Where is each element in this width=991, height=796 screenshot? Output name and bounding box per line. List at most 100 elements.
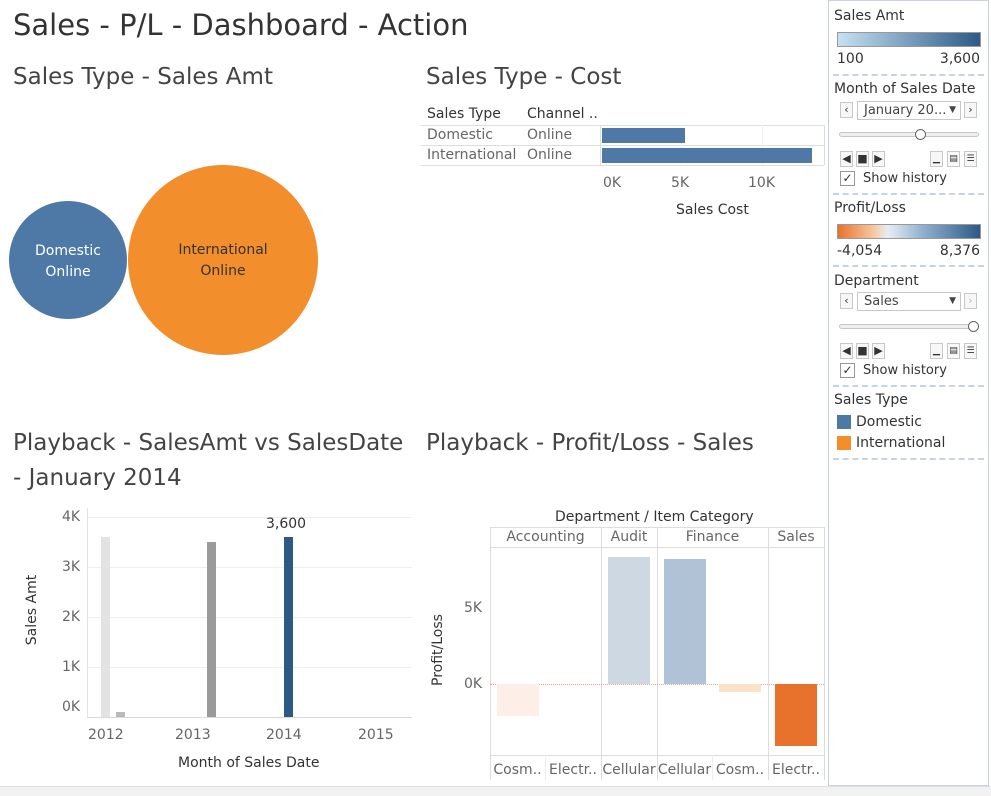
profit-header: Department / Item Category (555, 509, 754, 525)
cost-header-channel: Channel .. (527, 106, 598, 122)
playback-x-tick-2014: 2014 (266, 727, 302, 743)
department-show-history-checkbox[interactable]: ✓ (840, 363, 855, 378)
playback-gridline (88, 667, 412, 668)
cost-row-domestic-type: Domestic (427, 127, 493, 143)
cost-row-international-channel: Online (527, 147, 573, 163)
speed-fast-icon[interactable]: ☰ (964, 343, 977, 359)
profit-bar-finance-cellular[interactable] (664, 559, 706, 684)
legend-sales-amt-ramp (837, 32, 981, 47)
speed-medium-icon[interactable]: ▤ (947, 343, 960, 359)
horizontal-scrollbar[interactable] (0, 786, 991, 796)
playback-y-tick-1k: 1K (62, 659, 81, 675)
profit-cat-cellular: Cellular (602, 762, 656, 778)
bubble-domestic-label-2: Online (45, 264, 91, 280)
legend-sales-amt-max: 3,600 (939, 51, 980, 67)
playback-x-tick-2013: 2013 (175, 727, 211, 743)
cost-row-divider (421, 125, 824, 126)
month-dropdown[interactable]: January 20... ▼ (857, 101, 961, 120)
legend-swatch-international (837, 436, 851, 450)
bubble-international[interactable]: International Online (128, 165, 318, 355)
speed-slow-icon[interactable]: ▁ (930, 343, 943, 359)
profit-divider (490, 527, 491, 780)
playback-y-tick-3k: 3K (62, 559, 81, 575)
legend-separator (833, 385, 984, 387)
profit-cat-electr: Electr.. (772, 762, 820, 778)
legend-separator (833, 458, 984, 460)
chevron-down-icon: ▼ (949, 296, 956, 306)
playback-y-tick-4k: 4K (62, 509, 81, 525)
cost-axis-line (600, 125, 601, 165)
profit-dept-sales: Sales (777, 529, 815, 545)
speed-medium-icon[interactable]: ▤ (947, 151, 960, 167)
profit-cat-cosm: Cosm.. (715, 762, 765, 778)
stop-icon[interactable]: ■ (856, 343, 869, 359)
cost-header-sales-type: Sales Type (427, 106, 501, 122)
play-icon[interactable]: ▶ (872, 343, 885, 359)
profit-chart-title: Playback - Profit/Loss - Sales (426, 430, 754, 456)
department-slider-handle[interactable] (968, 321, 979, 332)
department-show-history-label: Show history (863, 363, 947, 378)
month-next-button[interactable]: › (964, 102, 977, 118)
profit-bar-finance-cosm[interactable] (719, 684, 761, 692)
profit-bar-audit-cellular[interactable] (608, 556, 650, 684)
department-filter-title: Department (834, 273, 919, 289)
profit-divider (824, 527, 825, 780)
month-filter-title: Month of Sales Date (834, 81, 976, 97)
profit-divider (768, 527, 769, 780)
legend-panel: Sales Amt 100 3,600 Month of Sales Date … (828, 0, 989, 786)
step-back-icon[interactable]: ◀ (840, 343, 853, 359)
month-prev-button[interactable]: ‹ (840, 102, 853, 118)
speed-fast-icon[interactable]: ☰ (964, 151, 977, 167)
legend-swatch-domestic (837, 415, 851, 429)
profit-dept-accounting: Accounting (506, 529, 585, 545)
month-slider-handle[interactable] (915, 129, 926, 140)
profit-divider (657, 527, 658, 780)
legend-sales-type-title: Sales Type (834, 392, 908, 408)
legend-sales-amt-min: 100 (837, 51, 864, 67)
playback-title-line2: - January 2014 (13, 465, 182, 491)
department-dropdown-value: Sales (864, 294, 899, 309)
playback-x-tick-2015: 2015 (358, 727, 394, 743)
playback-y-axis-label: Sales Amt (24, 574, 40, 646)
playback-highlight-label: 3,600 (266, 516, 307, 532)
legend-profit-loss-title: Profit/Loss (834, 200, 906, 216)
bubble-international-label-2: Online (200, 263, 246, 279)
profit-cat-cellular: Cellular (657, 762, 712, 778)
department-dropdown[interactable]: Sales ▼ (857, 292, 961, 311)
playback-gridline (88, 517, 412, 518)
playback-y-axis (87, 508, 88, 718)
profit-bar-accounting-cosm[interactable] (497, 684, 539, 716)
month-show-history-checkbox[interactable]: ✓ (840, 171, 855, 186)
playback-baseline (88, 717, 412, 718)
step-back-icon[interactable]: ◀ (840, 151, 853, 167)
dashboard-title: Sales - P/L - Dashboard - Action (13, 8, 469, 42)
cost-right-border (824, 125, 825, 165)
playback-x-tick-2012: 2012 (88, 727, 124, 743)
cost-row-international-type: International (427, 147, 517, 163)
chevron-down-icon: ▼ (949, 105, 956, 115)
cost-x-tick-10k: 10K (748, 175, 775, 191)
department-prev-button[interactable]: ‹ (840, 293, 853, 309)
department-next-button[interactable]: › (964, 293, 977, 309)
legend-item-international[interactable]: International (856, 435, 945, 451)
legend-item-domestic[interactable]: Domestic (856, 414, 922, 430)
legend-profit-loss-ramp (837, 224, 981, 239)
profit-dept-finance: Finance (685, 529, 740, 545)
playback-bar-2012-mar[interactable] (116, 712, 125, 717)
playback-bar-2013-jan[interactable] (207, 542, 216, 717)
cost-row-domestic-channel: Online (527, 127, 573, 143)
department-slider-track[interactable] (839, 324, 979, 329)
legend-sales-amt-title: Sales Amt (834, 8, 905, 24)
month-slider-track[interactable] (839, 132, 979, 137)
bubble-domestic[interactable]: Domestic Online (9, 201, 127, 319)
stop-icon[interactable]: ■ (856, 151, 869, 167)
cost-bar-domestic[interactable] (602, 128, 686, 143)
profit-bar-sales-electr[interactable] (775, 684, 817, 746)
profit-dept-audit: Audit (610, 529, 648, 545)
playback-bar-2012-jan[interactable] (101, 537, 110, 717)
cost-bar-international[interactable] (602, 148, 812, 163)
play-icon[interactable]: ▶ (872, 151, 885, 167)
playback-bar-2014-jan[interactable] (284, 537, 293, 717)
profit-y-tick-0k: 0K (464, 676, 483, 692)
speed-slow-icon[interactable]: ▁ (930, 151, 943, 167)
